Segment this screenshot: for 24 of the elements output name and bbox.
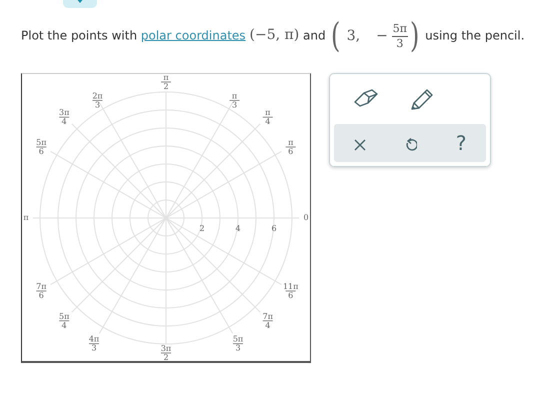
- angle-label: π 4: [262, 108, 274, 126]
- angle-label: π 2: [160, 74, 172, 91]
- radius-label: 6: [271, 224, 277, 233]
- angle-label: π: [23, 213, 29, 222]
- angle-label: 3π 4: [58, 108, 70, 126]
- angle-label: 4π 3: [88, 334, 100, 353]
- polar-graph[interactable]: 0 π 6 π 4 π 3 π 2 2π 3 3π 4 5π 6 π 7π 6 5π 4 4π 3 3π 2 5π 3 7π 4 11π 6 2 4 6: [22, 74, 312, 364]
- angle-label: 11π 6: [282, 282, 298, 300]
- angle-label: 5π 3: [232, 334, 244, 353]
- angle-label: 7π 4: [262, 312, 274, 330]
- angle-label: 5π 4: [58, 312, 70, 330]
- polar-coordinates-link[interactable]: polar coordinates: [140, 28, 246, 42]
- radius-label: 2: [199, 224, 205, 233]
- angle-label: π 6: [285, 138, 296, 156]
- help-button[interactable]: ?: [448, 129, 474, 157]
- angle-label: 7π 6: [36, 282, 47, 300]
- angle-label: 2π 3: [92, 91, 103, 110]
- angle-label: 5π 6: [36, 138, 47, 156]
- undo-icon: [404, 137, 417, 152]
- close-icon: [354, 138, 366, 151]
- radius-label: 4: [235, 224, 241, 233]
- angle-label: π 3: [229, 91, 240, 110]
- angle-label: 0: [303, 213, 309, 222]
- angle-label: 3π 2: [160, 344, 172, 362]
